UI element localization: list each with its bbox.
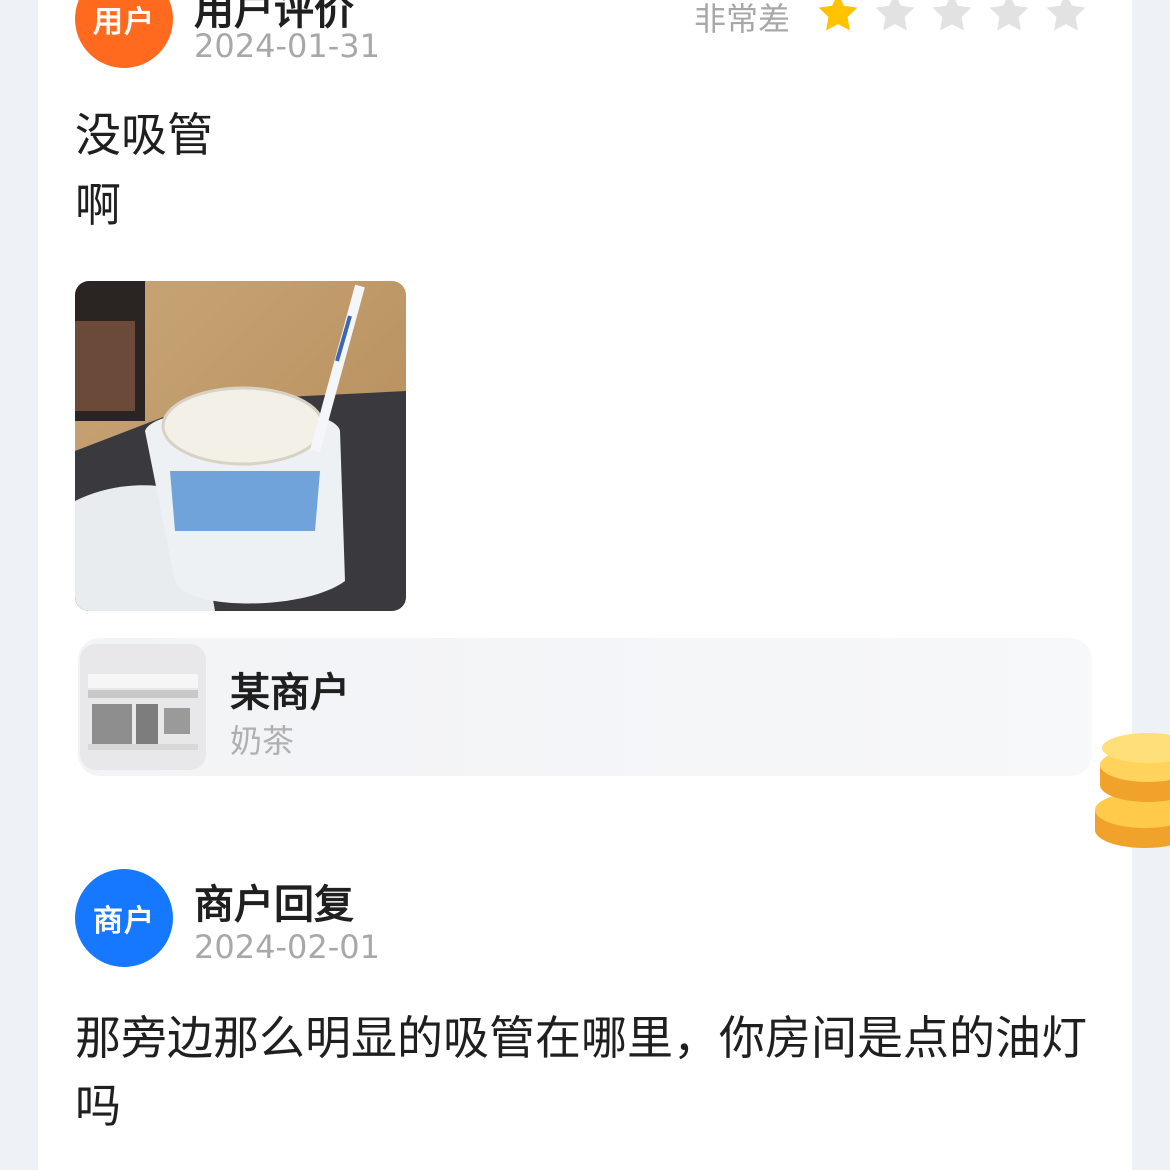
review-line: 啊 [75,178,121,232]
star-icon [1046,0,1086,31]
rating-text: 非常差 [694,0,791,38]
review-date: 2024-01-31 [194,27,380,65]
star-rating [815,0,1089,36]
review-photo[interactable] [75,281,406,611]
user-avatar-label: 用户 [93,5,155,40]
shop-card[interactable]: 某商户 奶茶 [78,638,1092,776]
coin-stack-icon[interactable] [1090,730,1170,860]
storefront-icon [80,644,206,770]
review-card: 用户 用户评价 2024-01-31 非常差 没吸管 啊 某商户 奶茶 商户 商… [38,0,1132,1170]
merchant-avatar[interactable]: 商户 [75,869,173,967]
star-icon [875,0,915,31]
reply-author: 商户回复 [194,882,354,928]
user-avatar[interactable]: 用户 [75,0,173,68]
star-icon [989,0,1029,31]
shop-name: 某商户 [230,670,350,716]
review-line: 没吸管 [75,108,213,162]
review-text: 没吸管 啊 [75,100,213,240]
shop-category: 奶茶 [230,722,295,760]
reply-date: 2024-02-01 [194,928,380,966]
reply-text: 那旁边那么明显的吸管在哪里，你房间是点的油灯吗 [75,1011,1087,1133]
merchant-avatar-label: 商户 [93,904,155,939]
star-icon [818,0,858,31]
star-icon [932,0,972,31]
